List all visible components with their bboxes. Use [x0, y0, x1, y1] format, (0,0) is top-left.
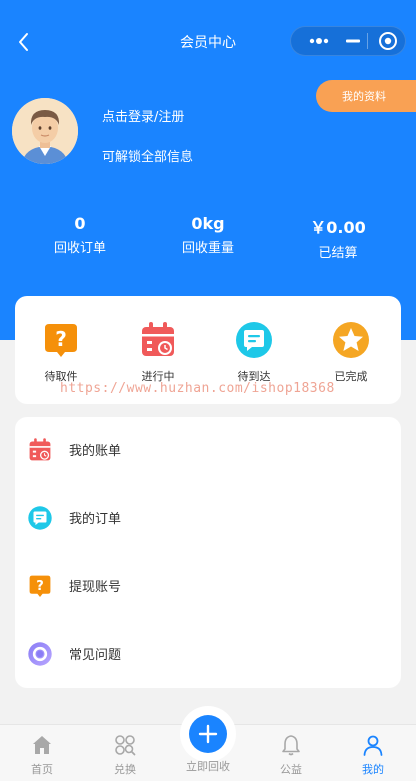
- my-profile-button[interactable]: 我的资料: [316, 80, 416, 112]
- target-circle-icon: [379, 32, 397, 50]
- star-icon: [333, 322, 369, 358]
- status-in-progress[interactable]: 进行中: [118, 320, 198, 384]
- question-bubble-icon: ?: [45, 324, 77, 357]
- minimize-button[interactable]: [341, 27, 365, 55]
- back-button[interactable]: [12, 30, 36, 54]
- menu-item-faq[interactable]: 常见问题: [15, 623, 401, 683]
- exchange-icon: [115, 735, 136, 756]
- plus-icon: [198, 724, 218, 744]
- navbar: 会员中心: [0, 0, 416, 84]
- stat-settled[interactable]: ￥0.00 已结算: [278, 214, 398, 261]
- calendar-clock-icon: [142, 322, 174, 356]
- menu-item-label: 我的账单: [69, 444, 122, 459]
- tab-label: 立即回收: [186, 760, 230, 773]
- stat-weight[interactable]: 0kg 回收重量: [148, 214, 268, 256]
- menu-item-label: 提现账号: [69, 580, 122, 595]
- menu-card: 我的账单 我的订单 ? 提现账号 常见问题: [15, 417, 401, 688]
- calendar-clock-icon: [29, 438, 51, 461]
- message-bubble-icon: [28, 506, 52, 530]
- stat-label: 回收重量: [181, 241, 234, 256]
- avatar[interactable]: [12, 98, 78, 164]
- watermark-text: https://www.huzhan.com/ishop18368: [60, 381, 335, 396]
- menu-item-label: 常见问题: [69, 648, 122, 663]
- svg-text:?: ?: [55, 327, 67, 351]
- help-ring-icon: [28, 642, 52, 666]
- tab-exchange[interactable]: 兑换: [95, 733, 155, 777]
- menu-item-label: 我的订单: [69, 512, 122, 527]
- tab-label: 兑换: [114, 763, 136, 776]
- stat-orders[interactable]: 0 回收订单: [20, 214, 140, 256]
- stat-value: 0kg: [191, 214, 225, 233]
- more-button[interactable]: [301, 27, 335, 55]
- svg-text:?: ?: [36, 579, 44, 594]
- tab-charity[interactable]: 公益: [261, 733, 321, 777]
- question-bubble-icon: ?: [29, 575, 51, 598]
- status-awaiting-arrival[interactable]: 待到达: [214, 320, 294, 384]
- menu-item-withdraw-account[interactable]: ? 提现账号: [15, 555, 401, 615]
- user-avatar-icon: [12, 98, 78, 164]
- tab-label: 公益: [280, 763, 302, 776]
- more-dots-icon: [309, 38, 329, 44]
- menu-item-orders[interactable]: 我的订单: [15, 487, 401, 547]
- unlock-hint: 可解锁全部信息: [102, 150, 194, 165]
- login-register-link[interactable]: 点击登录/注册: [102, 106, 184, 125]
- tab-recycle-now[interactable]: 立即回收: [178, 706, 238, 781]
- stat-value: 0: [74, 214, 86, 233]
- tab-mine[interactable]: 我的: [343, 733, 403, 777]
- close-button[interactable]: [375, 27, 401, 55]
- bell-icon: [282, 735, 300, 756]
- user-icon: [363, 735, 383, 756]
- home-icon: [33, 736, 51, 754]
- status-completed[interactable]: 已完成: [311, 320, 391, 384]
- capsule-divider: [367, 33, 368, 49]
- minus-icon: [346, 39, 360, 43]
- tab-label: 我的: [362, 763, 384, 776]
- tab-home[interactable]: 首页: [12, 733, 72, 777]
- status-pending-pickup[interactable]: ? 待取件: [21, 320, 101, 384]
- stat-label: 已结算: [318, 246, 358, 261]
- mini-program-capsule: [290, 26, 406, 56]
- menu-item-bills[interactable]: 我的账单: [15, 419, 401, 479]
- chevron-left-icon: [19, 33, 28, 51]
- stat-value: ￥0.00: [310, 218, 366, 237]
- tab-label: 首页: [31, 763, 53, 776]
- stat-label: 回收订单: [53, 241, 106, 256]
- message-bubble-icon: [236, 322, 272, 358]
- recycle-button[interactable]: [189, 715, 227, 753]
- recycle-button-ring: [180, 706, 236, 762]
